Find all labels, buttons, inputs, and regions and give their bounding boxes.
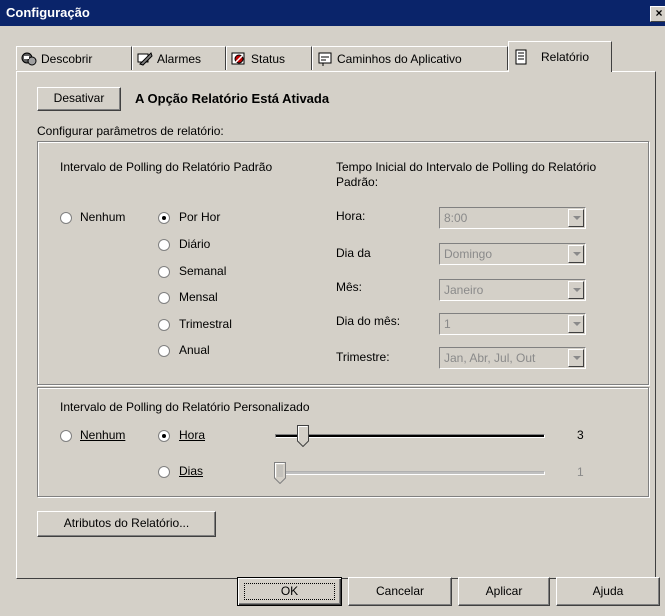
quarter-select[interactable]: Jan, Abr, Jul, Out xyxy=(439,347,586,369)
app-paths-icon xyxy=(318,52,332,66)
tab-label: Relatório xyxy=(541,50,590,64)
radio-trimestral[interactable] xyxy=(158,319,170,331)
chevron-down-icon[interactable] xyxy=(568,349,584,367)
tab-caminhos-do-aplicativo[interactable]: Caminhos do Aplicativo xyxy=(312,46,508,70)
weekday-select[interactable]: Domingo xyxy=(439,243,586,265)
custom-radio-dias[interactable] xyxy=(158,466,170,478)
hour-slider-track[interactable] xyxy=(275,434,545,438)
default-interval-title: Intervalo de Polling do Relatório Padrão xyxy=(60,160,273,174)
tab-label: Caminhos do Aplicativo xyxy=(337,51,462,66)
custom-radio-hora-label: Hora xyxy=(179,428,205,442)
help-label: Ajuda xyxy=(592,584,624,598)
custom-radio-nenhum-text: Nenhum xyxy=(80,428,126,442)
start-time-title: Tempo Inicial do Intervalo de Polling do… xyxy=(336,160,597,189)
days-slider-value: 1 xyxy=(577,465,584,479)
radio-semanal-label: Semanal xyxy=(179,264,227,278)
discover-icon xyxy=(21,52,37,65)
radio-diario[interactable] xyxy=(158,239,170,251)
radio-nenhum[interactable] xyxy=(60,212,72,224)
day-of-month-select[interactable]: 1 xyxy=(439,313,586,335)
custom-radio-nenhum[interactable] xyxy=(60,430,72,442)
help-button[interactable]: Ajuda xyxy=(556,577,660,606)
report-icon xyxy=(515,49,527,65)
tab-relatorio[interactable]: Relatório xyxy=(508,41,612,72)
hour-select[interactable]: 8:00 xyxy=(439,207,586,229)
month-field-label: Mês: xyxy=(336,280,363,294)
day-of-month-select-value: 1 xyxy=(444,317,451,331)
radio-nenhum-label: Nenhum xyxy=(80,210,126,224)
ok-button[interactable]: OK xyxy=(237,577,342,606)
disable-button[interactable]: Desativar xyxy=(37,87,121,111)
report-attributes-button[interactable]: Atributos do Relatório... xyxy=(37,511,216,537)
tab-descobrir[interactable]: Descobrir xyxy=(16,46,132,70)
tab-label: Status xyxy=(251,51,286,66)
radio-trimestral-label: Trimestral xyxy=(179,317,232,331)
hour-slider-value: 3 xyxy=(577,428,584,442)
window-title: Configuração xyxy=(6,5,90,20)
radio-diario-label: Diário xyxy=(179,237,211,251)
alarms-icon xyxy=(137,51,153,66)
cancel-button[interactable]: Cancelar xyxy=(348,577,452,606)
quarter-field-label: Trimestre: xyxy=(336,350,390,364)
apply-button[interactable]: Aplicar xyxy=(458,577,550,606)
month-select[interactable]: Janeiro xyxy=(439,279,586,301)
report-attributes-label: Atributos do Relatório... xyxy=(63,516,190,530)
close-icon: × xyxy=(655,6,663,20)
quarter-select-value: Jan, Abr, Jul, Out xyxy=(444,351,536,365)
title-bar: Configuração × xyxy=(0,0,665,26)
tab-status[interactable]: Status xyxy=(226,46,312,70)
weekday-field-label: Dia da xyxy=(336,246,371,260)
cancel-label: Cancelar xyxy=(375,584,425,598)
close-button[interactable]: × xyxy=(650,6,665,22)
tab-label: Alarmes xyxy=(157,51,202,66)
chevron-down-icon[interactable] xyxy=(568,245,584,263)
chevron-down-icon[interactable] xyxy=(568,209,584,227)
hour-field-label: Hora: xyxy=(336,209,366,223)
month-select-value: Janeiro xyxy=(444,283,484,297)
chevron-down-icon[interactable] xyxy=(568,281,584,299)
tab-label: Descobrir xyxy=(41,51,93,66)
tab-alarmes[interactable]: Alarmes xyxy=(132,46,226,70)
radio-mensal[interactable] xyxy=(158,292,170,304)
custom-radio-hora[interactable] xyxy=(158,430,170,442)
custom-interval-title: Intervalo de Polling do Relatório Person… xyxy=(60,400,310,414)
status-icon xyxy=(231,52,245,64)
radio-anual-label: Anual xyxy=(179,343,210,357)
config-label: Configurar parâmetros de relatório: xyxy=(37,124,224,138)
disable-button-label: Desativar xyxy=(53,91,105,105)
hour-slider-thumb[interactable] xyxy=(297,425,309,447)
radio-por-hora-label: Por Hor xyxy=(179,210,221,224)
radio-por-hora[interactable] xyxy=(158,212,170,224)
custom-radio-hora-text: Hora xyxy=(179,428,206,442)
hour-select-value: 8:00 xyxy=(444,211,468,225)
radio-semanal[interactable] xyxy=(158,266,170,278)
radio-mensal-label: Mensal xyxy=(179,290,218,304)
custom-radio-dias-label: Dias xyxy=(179,464,203,478)
day-of-month-field-label: Dia do mês: xyxy=(336,314,401,328)
weekday-select-value: Domingo xyxy=(444,247,493,261)
chevron-down-icon[interactable] xyxy=(568,315,584,333)
custom-radio-dias-text: Dias xyxy=(179,464,204,478)
apply-label: Aplicar xyxy=(485,584,523,598)
report-status-text: A Opção Relatório Está Ativada xyxy=(135,91,330,106)
radio-anual[interactable] xyxy=(158,345,170,357)
days-slider-track[interactable] xyxy=(275,471,545,475)
custom-radio-nenhum-label: Nenhum xyxy=(80,428,125,442)
days-slider-thumb[interactable] xyxy=(274,462,286,484)
